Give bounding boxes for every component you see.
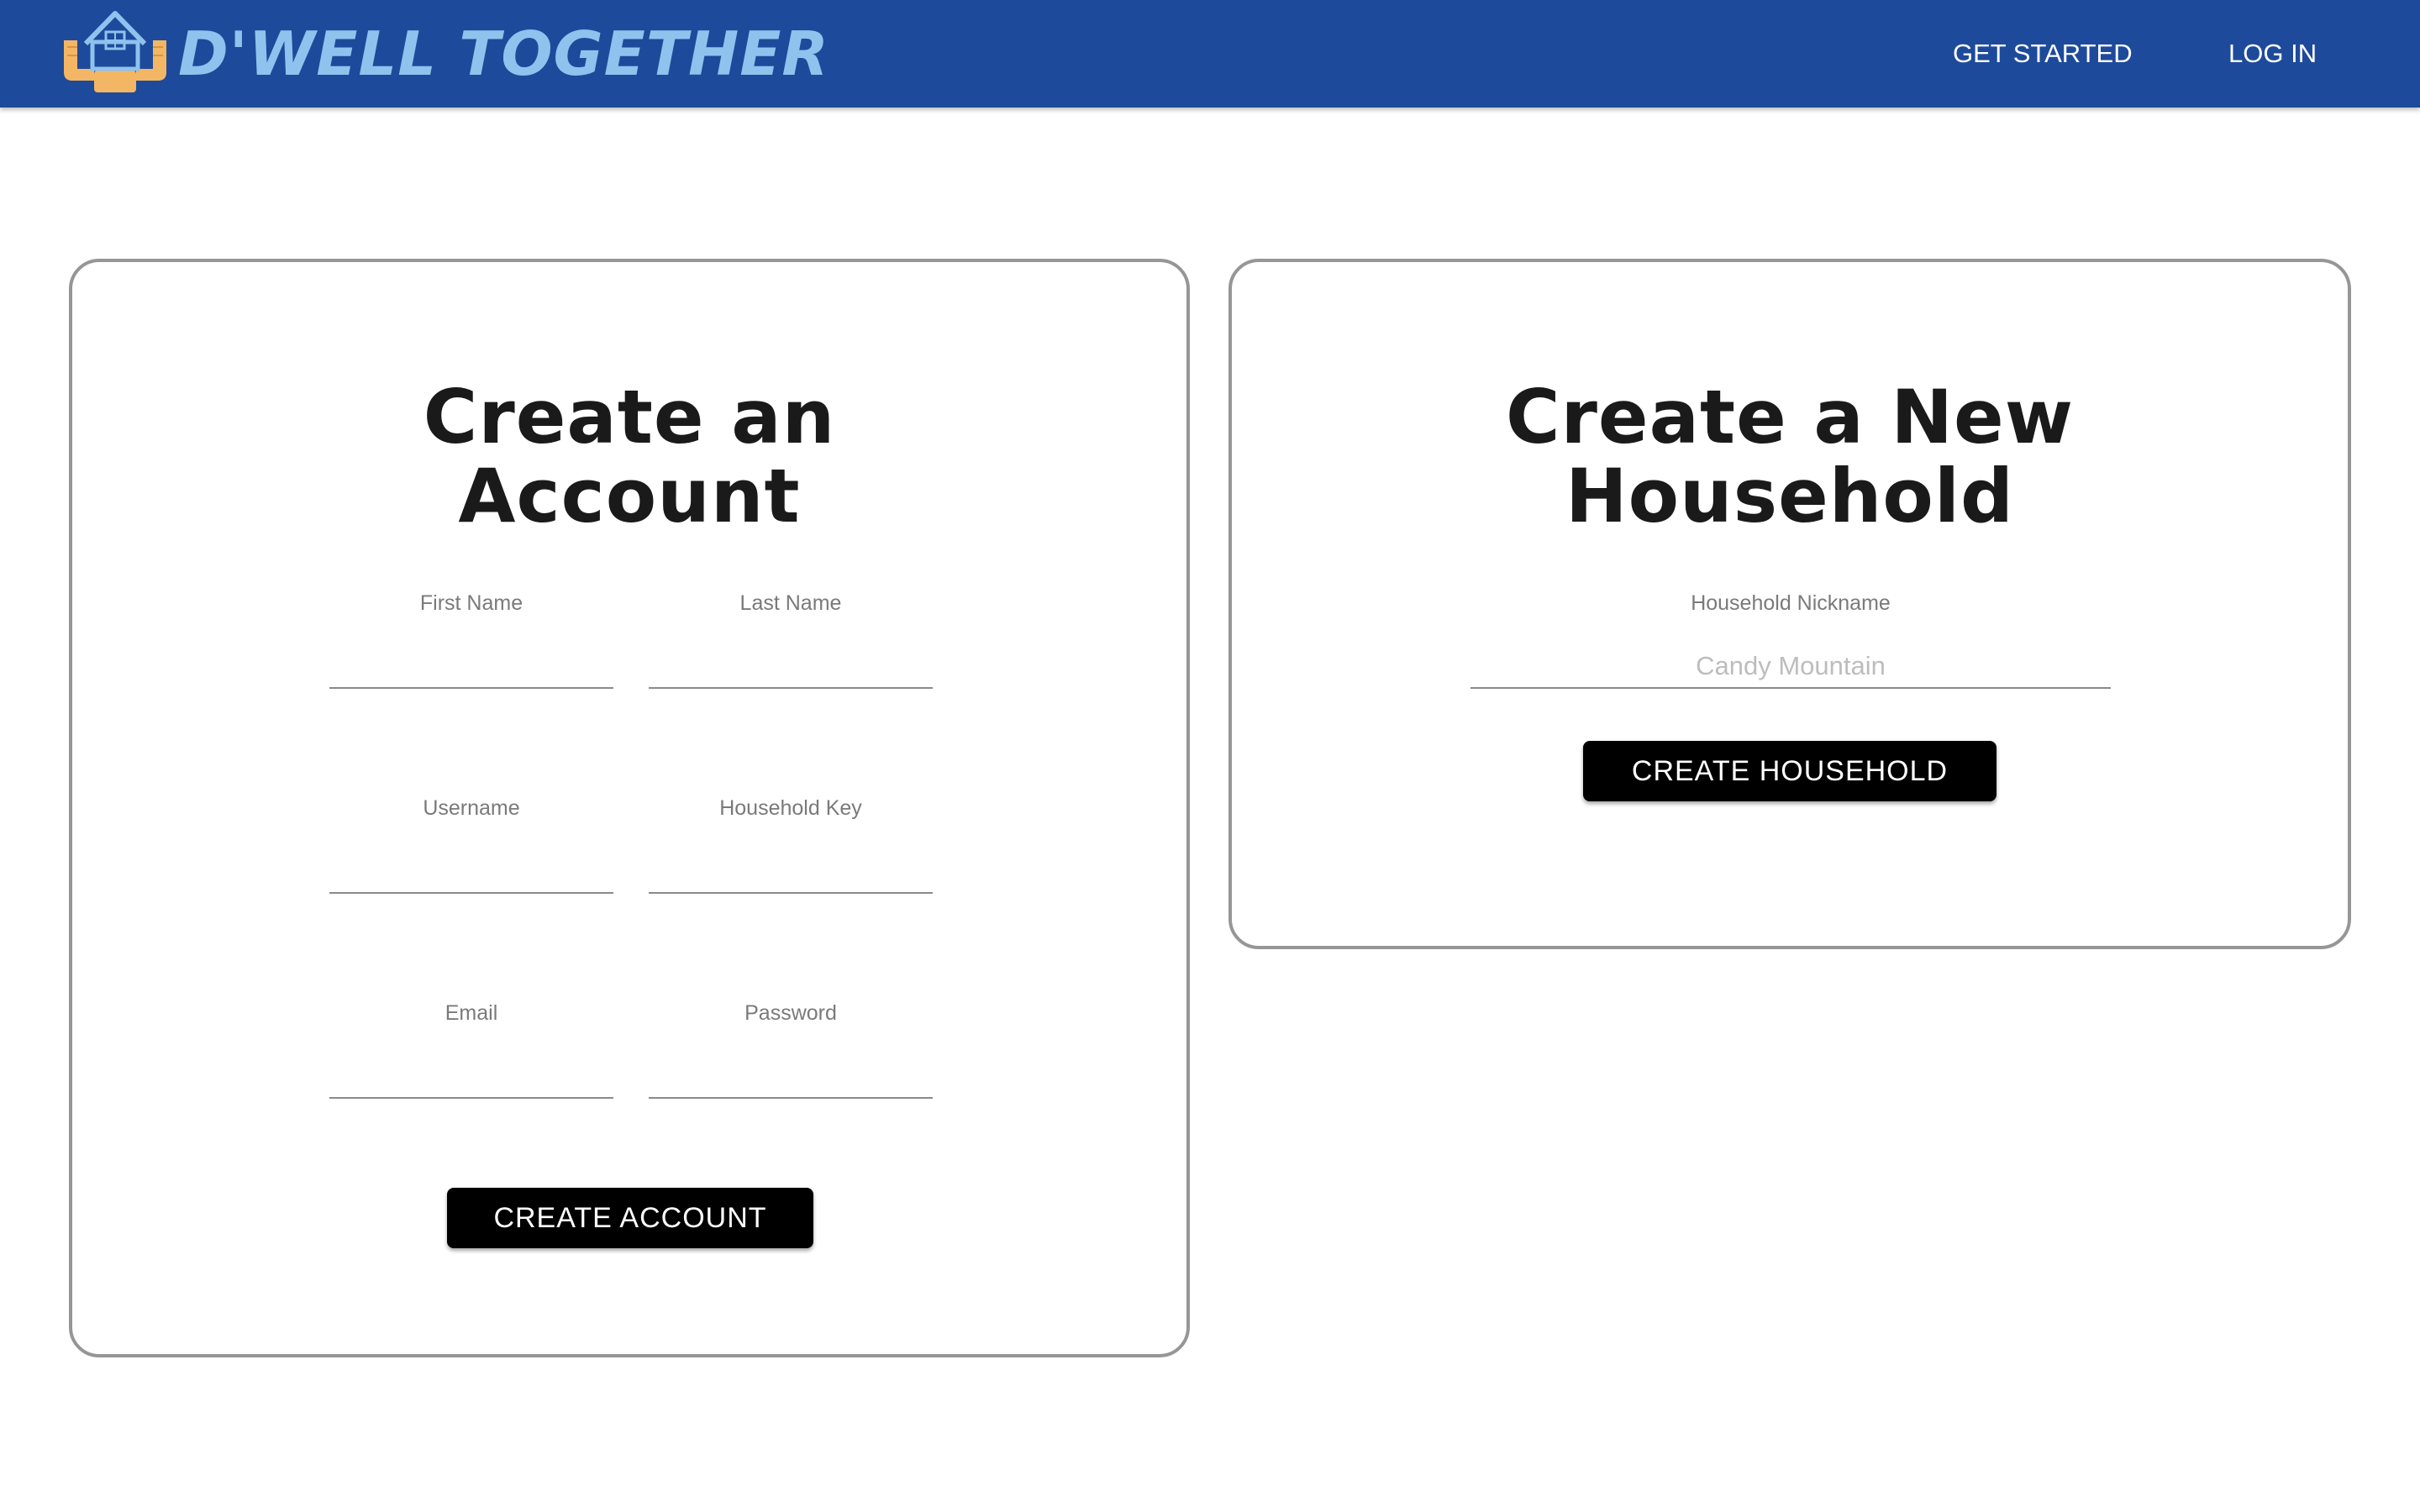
household-key-field: Household Key — [649, 795, 933, 921]
title-line-1: Create an — [423, 374, 836, 460]
create-household-button[interactable]: CREATE HOUSEHOLD — [1583, 741, 1996, 801]
top-navbar: D'WELL TOGETHER GET STARTED LOG IN — [0, 0, 2420, 108]
email-input[interactable] — [329, 1055, 613, 1099]
first-name-field: First Name — [329, 590, 613, 716]
household-nickname-field: Household Nickname — [1470, 590, 2111, 716]
brand-title[interactable]: D'WELL TOGETHER — [178, 12, 829, 96]
household-nickname-input[interactable] — [1470, 645, 2111, 689]
nav-log-in-link[interactable]: LOG IN — [2228, 30, 2317, 77]
title-line-2: Household — [1565, 453, 2015, 539]
username-field: Username — [329, 795, 613, 921]
title-line-2: Account — [458, 453, 801, 539]
create-household-card: Create a New Household Household Nicknam… — [1228, 259, 2351, 949]
last-name-field: Last Name — [649, 590, 933, 716]
username-input[interactable] — [329, 850, 613, 894]
title-line-1: Create a New — [1505, 374, 2075, 460]
password-input[interactable] — [649, 1055, 933, 1099]
create-account-card: Create an Account First Name Last Name U… — [69, 259, 1190, 1357]
email-label: Email — [445, 1001, 498, 1025]
household-key-label: Household Key — [719, 796, 862, 820]
first-name-label: First Name — [419, 591, 523, 615]
create-account-button[interactable]: CREATE ACCOUNT — [447, 1188, 813, 1248]
house-hands-icon[interactable] — [60, 8, 170, 92]
password-field: Password — [649, 1000, 933, 1126]
nav-get-started-link[interactable]: GET STARTED — [1953, 30, 2133, 77]
household-nickname-label: Household Nickname — [1691, 591, 1891, 615]
last-name-label: Last Name — [739, 591, 842, 615]
household-key-input[interactable] — [649, 850, 933, 894]
create-account-title: Create an Account — [72, 378, 1186, 536]
last-name-input[interactable] — [649, 645, 933, 689]
create-household-title: Create a New Household — [1232, 378, 2348, 536]
password-label: Password — [744, 1001, 837, 1025]
username-label: Username — [423, 796, 520, 820]
email-field: Email — [329, 1000, 613, 1126]
first-name-input[interactable] — [329, 645, 613, 689]
